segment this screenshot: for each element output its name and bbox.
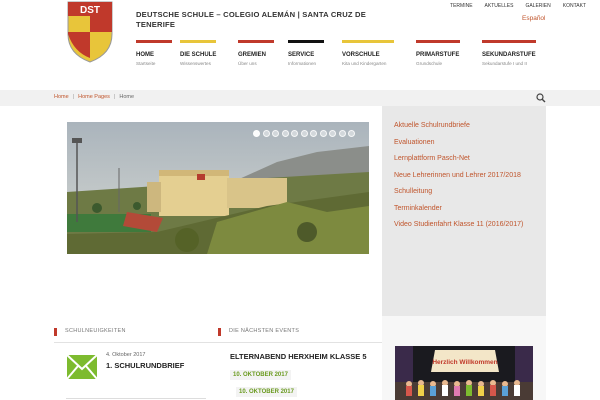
news-date: 4. Oktober 2017 [106, 352, 146, 358]
news-section: Schulneuigkeiten 4. Oktober 2017 1. Schu… [54, 316, 218, 400]
quicklink-neue-lehrer[interactable]: Neue Lehrerinnen und Lehrer 2017/2018 [394, 170, 534, 181]
quicklinks-list: Aktuelle Schulrundbriefe Evaluationen Le… [382, 106, 546, 250]
section-divider [54, 342, 218, 343]
events-section: Die nächsten Events Elternabend Herxheim… [218, 316, 382, 400]
slider-dot[interactable] [329, 130, 336, 137]
slider-dot[interactable] [348, 130, 355, 137]
nav-color-bar [136, 40, 172, 43]
nav-label: Vorschule [342, 52, 380, 58]
quicklink-schulrundbriefe[interactable]: Aktuelle Schulrundbriefe [394, 120, 534, 131]
language-switch[interactable]: Español [522, 15, 546, 22]
nav-label: Die Schule [180, 52, 217, 58]
nav-sublabel: Grundschule [416, 61, 443, 66]
event-date: 10. Oktober 2017 [236, 387, 297, 397]
school-campus-photo [67, 122, 369, 254]
quicklink-terminkalender[interactable]: Terminkalender [394, 203, 534, 214]
slider-dots [253, 130, 355, 137]
slider-dot[interactable] [291, 130, 298, 137]
main-nav: Home Startseite Die Schule Wissenswertes… [136, 40, 556, 80]
top-links: Termine Aktuelles Galerien Kontakt [444, 3, 592, 9]
nav-label: Service [288, 52, 315, 58]
breadcrumb-separator: | [113, 94, 116, 100]
news-heading: Schulneuigkeiten [65, 328, 126, 334]
nav-item-service[interactable]: Service Informationen [288, 40, 324, 66]
nav-label: Home [136, 52, 154, 58]
nav-item-home[interactable]: Home Startseite [136, 40, 172, 66]
nav-label: Sekundarstufe [482, 52, 536, 58]
gallery-section: Herzlich Willkommen [382, 316, 546, 400]
breadcrumb-home-pages[interactable]: Home Pages [78, 94, 110, 100]
slider-dot[interactable] [338, 130, 346, 137]
nav-label: Primarstufe [416, 52, 460, 58]
nav-item-sekundarstufe[interactable]: Sekundarstufe Sekundarstufe I und II [482, 40, 536, 66]
quicklink-video-studienfahrt[interactable]: Video Studienfahrt Klasse 11 (2016/2017) [394, 219, 534, 230]
nav-label: Gremien [238, 52, 267, 58]
nav-sublabel: Informationen [288, 61, 317, 66]
nav-sublabel: Wissenswertes [180, 61, 211, 66]
slider-dot[interactable] [253, 130, 260, 137]
slider-dot[interactable] [310, 130, 317, 137]
top-link-galerien[interactable]: Galerien [519, 3, 556, 9]
stage-photo: Herzlich Willkommen [395, 346, 533, 400]
envelope-icon [66, 354, 98, 380]
breadcrumb-separator: | [72, 94, 75, 100]
news-title[interactable]: 1. Schulrundbrief [106, 361, 184, 370]
nav-item-primarstufe[interactable]: Primarstufe Grundschule [416, 40, 460, 66]
slider-dot[interactable] [262, 130, 270, 137]
nav-item-gremien[interactable]: Gremien Über uns [238, 40, 274, 66]
nav-color-bar [416, 40, 460, 43]
top-link-aktuelles[interactable]: Aktuelles [479, 3, 520, 9]
event-date: 10. Oktober 2017 [230, 370, 291, 380]
event-title[interactable]: Elternabend Herxheim Klasse 5 [230, 352, 367, 361]
slider-dot[interactable] [300, 130, 308, 137]
section-divider [218, 342, 382, 343]
gallery-photo[interactable]: Herzlich Willkommen [395, 346, 533, 400]
top-link-termine[interactable]: Termine [444, 3, 479, 9]
breadcrumb-current: Home [119, 94, 135, 100]
quicklink-evaluationen[interactable]: Evaluationen [394, 137, 534, 148]
slider-dot[interactable] [281, 130, 289, 137]
nav-item-die-schule[interactable]: Die Schule Wissenswertes [180, 40, 216, 66]
nav-sublabel: Über uns [238, 61, 257, 66]
breadcrumb-bar: Home | Home Pages | Home [0, 90, 600, 106]
slider-dot[interactable] [272, 130, 279, 137]
nav-color-bar [482, 40, 536, 43]
nav-color-bar [342, 40, 394, 43]
nav-color-bar [180, 40, 216, 43]
quicklinks-sidebar: Aktuelle Schulrundbriefe Evaluationen Le… [382, 106, 546, 316]
banner-text: Herzlich Willkommen [432, 359, 497, 366]
breadcrumb: Home | Home Pages | Home [54, 94, 134, 100]
nav-item-vorschule[interactable]: Vorschule Kita und Kindergarten [342, 40, 394, 66]
quicklink-lernplattform[interactable]: Lernplattform Pasch-Net [394, 153, 534, 164]
school-crest-logo[interactable]: DST [66, 0, 114, 64]
breadcrumb-home[interactable]: Home [54, 94, 69, 100]
nav-sublabel: Sekundarstufe I und II [482, 61, 527, 66]
events-heading: Die nächsten Events [229, 328, 300, 334]
quicklink-schulleitung[interactable]: Schulleitung [394, 186, 534, 197]
news-divider [66, 398, 206, 399]
search-icon[interactable] [536, 93, 546, 103]
nav-sublabel: Startseite [136, 61, 156, 66]
nav-sublabel: Kita und Kindergarten [342, 61, 387, 66]
logo-text: DST [80, 5, 100, 16]
image-slider[interactable] [67, 122, 369, 254]
site-header: DST Deutsche Schule – Colegio Alemán | S… [0, 0, 600, 90]
top-link-kontakt[interactable]: Kontakt [557, 3, 592, 9]
nav-color-bar [238, 40, 274, 43]
nav-color-bar [288, 40, 324, 43]
site-title[interactable]: Deutsche Schule – Colegio Alemán | Santa… [136, 10, 396, 30]
slider-dot[interactable] [319, 130, 327, 137]
